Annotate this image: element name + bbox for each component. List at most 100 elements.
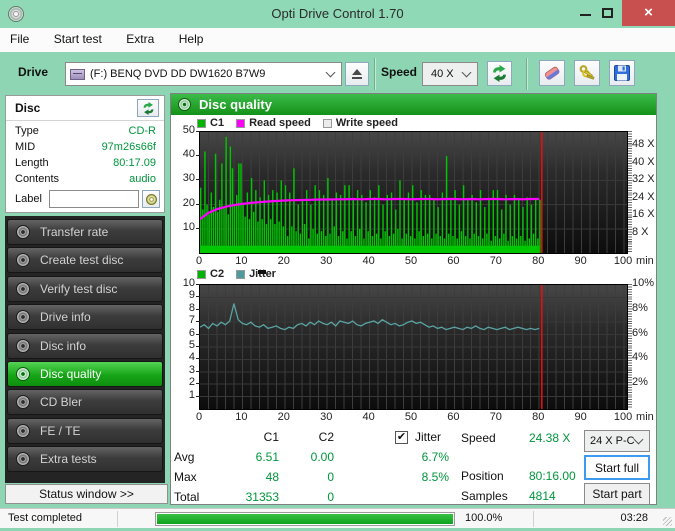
chevron-down-icon: [634, 435, 644, 445]
axis-tick-label: 24 X: [632, 191, 655, 203]
drive-select[interactable]: (F:) BENQ DVD DD DW1620 B7W9: [65, 62, 342, 86]
disc-icon: [146, 194, 157, 205]
erase-disc-button[interactable]: [539, 60, 565, 86]
sidebar-item-cd-bler[interactable]: CD Bler: [7, 389, 163, 415]
speed-select[interactable]: 40 X: [422, 62, 478, 86]
disc-length-value: 80:17.09: [113, 157, 156, 169]
start-part-button[interactable]: Start part: [584, 483, 650, 505]
keys-icon: [578, 64, 596, 82]
progress-bar: [155, 512, 455, 526]
disc-type-label: Type: [15, 125, 39, 137]
panel-title: Disc quality: [199, 97, 272, 112]
status-window-button[interactable]: Status window >>: [5, 484, 168, 504]
disc-icon: [16, 310, 30, 324]
axis-tick-label: 4%: [632, 351, 648, 363]
axis-tick-label: 10: [173, 221, 195, 233]
write-label-button[interactable]: [142, 190, 160, 208]
sidebar-item-label: Transfer rate: [40, 225, 108, 239]
status-bar: Test completed 100.0% 03:28: [0, 508, 675, 528]
axis-tick-label: 8%: [632, 302, 648, 314]
sidebar-item-create-test-disc[interactable]: Create test disc: [7, 247, 163, 273]
axis-tick-label: 30: [311, 411, 341, 423]
axis-tick-label: 6: [173, 327, 195, 339]
progress-percent: 100.0%: [465, 512, 502, 524]
menu-file[interactable]: File: [0, 28, 39, 50]
col-header-jitter: Jitter: [415, 430, 441, 444]
sidebar-item-label: FE / TE: [40, 424, 80, 438]
sidebar: Transfer rate Create test disc Verify te…: [5, 216, 165, 483]
eraser-icon: [542, 63, 562, 83]
eject-button[interactable]: [345, 62, 369, 86]
refresh-speed-button[interactable]: [487, 61, 512, 86]
disc-contents-value: audio: [129, 173, 156, 185]
close-button[interactable]: ×: [622, 0, 675, 26]
total-c2: 0: [284, 490, 334, 504]
sidebar-item-label: CD Bler: [40, 395, 82, 409]
axis-tick-label: 40: [173, 148, 195, 160]
drive-toolbar: Drive (F:) BENQ DVD DD DW1620 B7W9 Speed…: [0, 52, 675, 93]
eject-icon: [351, 69, 363, 79]
avg-c2: 0.00: [284, 450, 334, 464]
c2-legend-label: C2: [210, 268, 224, 280]
disc-length-label: Length: [15, 157, 49, 169]
menu-extra[interactable]: Extra: [116, 28, 164, 50]
axis-tick-label: 70: [481, 255, 511, 267]
axis-tick-label: 32 X: [632, 173, 655, 185]
sidebar-item-extra-tests[interactable]: Extra tests: [7, 446, 163, 472]
axis-tick-label: 40 X: [632, 156, 655, 168]
toolbar-separator: [526, 58, 527, 90]
max-jitter: 8.5%: [399, 470, 449, 484]
c1-legend-swatch: [197, 119, 206, 128]
license-button[interactable]: [574, 60, 600, 86]
disc-mid-label: MID: [15, 141, 35, 153]
axis-tick-label: 80: [523, 411, 553, 423]
window-title: Opti Drive Control 1.70: [0, 6, 675, 21]
sidebar-item-verify-test-disc[interactable]: Verify test disc: [7, 276, 163, 302]
disc-contents-label: Contents: [15, 173, 59, 185]
sidebar-item-label: Verify test disc: [40, 282, 117, 296]
axis-tick-label: 20: [173, 197, 195, 209]
refresh-icon: [142, 102, 155, 115]
axis-tick-label: 2: [173, 376, 195, 388]
status-text: Test completed: [8, 512, 82, 524]
axis-tick-label: 0: [184, 255, 214, 267]
test-speed-select[interactable]: 24 X P-CAV: [584, 430, 650, 452]
menu-start-test[interactable]: Start test: [44, 28, 112, 50]
c2-legend-swatch: [197, 270, 206, 279]
disc-panel-title: Disc: [15, 101, 40, 115]
sidebar-item-fe-te[interactable]: FE / TE: [7, 418, 163, 444]
start-full-button[interactable]: Start full: [584, 455, 650, 480]
jitter-checkbox[interactable]: ✔: [395, 431, 408, 444]
speed-label: Speed: [381, 65, 417, 79]
sidebar-item-drive-info[interactable]: Drive info: [7, 304, 163, 330]
samples-stat-label: Samples: [461, 489, 508, 503]
menu-help[interactable]: Help: [169, 28, 214, 50]
refresh-disc-button[interactable]: [137, 99, 159, 117]
disc-icon: [16, 395, 30, 409]
statusbar-separator: [117, 511, 118, 527]
avg-jitter: 6.7%: [399, 450, 449, 464]
title-bar: Opti Drive Control 1.70 ×: [0, 0, 675, 28]
sidebar-item-label: Disc info: [40, 339, 86, 353]
speed-select-value: 40 X: [431, 68, 454, 80]
axis-tick-label: 60: [438, 411, 468, 423]
row-label-total: Total: [174, 490, 199, 504]
disc-icon: [16, 424, 30, 438]
sidebar-item-transfer-rate[interactable]: Transfer rate: [7, 219, 163, 245]
disc-label-input[interactable]: [49, 190, 139, 208]
axis-tick-label: 9: [173, 289, 195, 301]
save-icon: [613, 64, 631, 82]
maximize-button[interactable]: [602, 8, 613, 18]
resize-grip[interactable]: [663, 517, 672, 526]
sidebar-item-disc-info[interactable]: Disc info: [7, 333, 163, 359]
sidebar-item-label: Disc quality: [40, 367, 101, 381]
panel-header: Disc quality: [171, 94, 656, 115]
axis-tick-label: 50: [173, 124, 195, 136]
sidebar-item-disc-quality[interactable]: Disc quality: [7, 361, 163, 387]
total-c1: 31353: [219, 490, 279, 504]
minimize-button[interactable]: [580, 14, 591, 16]
axis-tick-label: 8: [173, 302, 195, 314]
save-button[interactable]: [609, 60, 635, 86]
c1-chart-plot: [199, 131, 628, 254]
drive-label: Drive: [18, 65, 48, 79]
